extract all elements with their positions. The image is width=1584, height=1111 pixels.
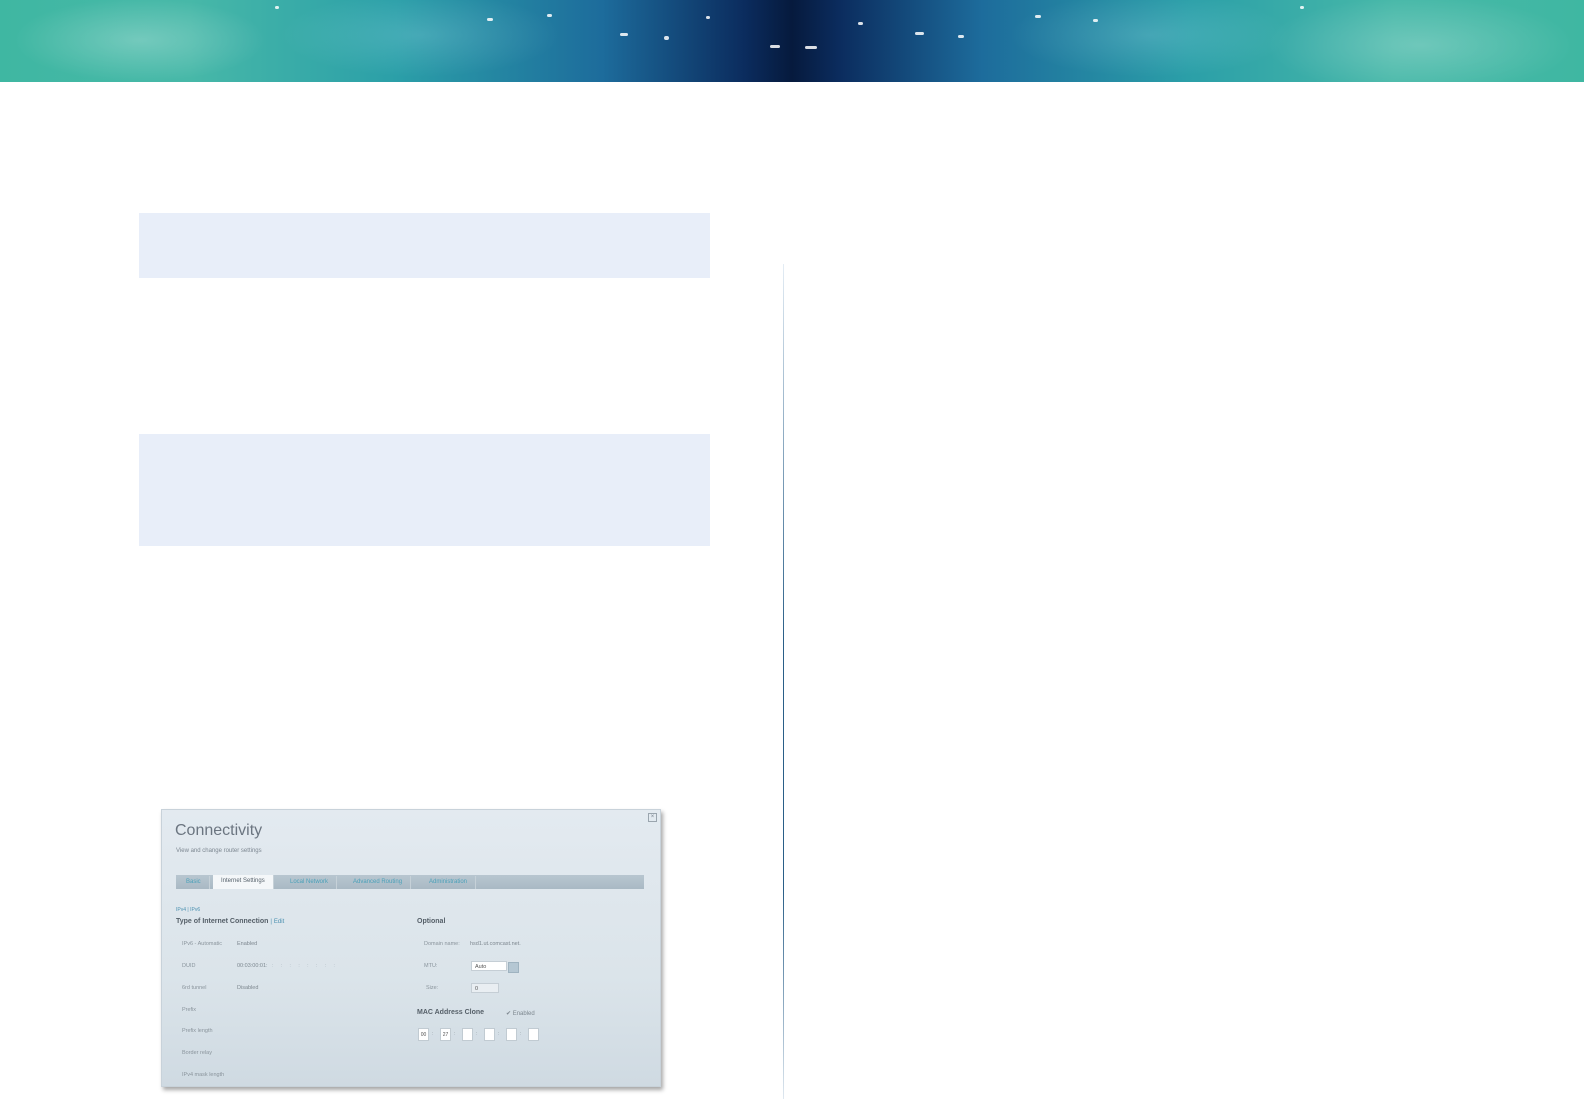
mac-octet-input[interactable]: [462, 1028, 473, 1041]
banner-sparkle: [1035, 15, 1041, 18]
tab-basic[interactable]: Basic: [178, 876, 210, 889]
banner-sparkle: [915, 32, 924, 35]
row-label: Prefix: [182, 1007, 197, 1013]
banner-sparkle: [620, 33, 628, 36]
heading-separator: |: [270, 919, 272, 925]
mac-separator: :: [432, 1031, 434, 1037]
checkbox-check-icon: ✔: [506, 1011, 512, 1017]
banner-sparkle: [664, 36, 669, 40]
banner-sparkle: [487, 18, 493, 21]
tab-internet-settings[interactable]: Internet Settings: [213, 875, 274, 889]
optional-heading: Optional: [417, 918, 446, 925]
row-value: Disabled: [237, 985, 259, 991]
domain-name-label: Domain name:: [424, 941, 460, 947]
chevron-down-icon[interactable]: [508, 962, 519, 973]
mac-octet-input[interactable]: [528, 1028, 539, 1041]
banner-sparkle: [706, 16, 710, 19]
mtu-label: MTU:: [424, 963, 438, 969]
header-banner: [0, 0, 1584, 82]
close-icon[interactable]: ×: [648, 813, 657, 822]
banner-sparkle: [958, 35, 964, 38]
row-label: Border relay: [182, 1050, 212, 1056]
enabled-label: Enabled: [512, 1011, 535, 1017]
tab-bar: Basic Internet Settings Local Network Ad…: [176, 875, 644, 889]
ip-version-toggle: IPv4 | IPv6: [176, 907, 200, 913]
row-label: DUID: [182, 963, 196, 969]
mac-octet-input[interactable]: 27: [440, 1028, 451, 1041]
edit-link[interactable]: Edit: [274, 919, 284, 925]
row-value: 00:03:00:01:: [237, 963, 268, 969]
panel-title: Connectivity: [175, 822, 263, 839]
ipv4-link[interactable]: IPv4: [176, 907, 186, 913]
mac-separator: :: [498, 1031, 500, 1037]
row-label: 6rd tunnel: [182, 985, 207, 991]
banner-sparkle: [805, 46, 817, 49]
mac-clone-enabled[interactable]: ✔ Enabled: [506, 1010, 535, 1017]
banner-sparkle: [1300, 6, 1304, 9]
banner-sparkle: [1093, 19, 1098, 22]
mac-octet-input[interactable]: 00: [418, 1028, 429, 1041]
note-box-middle: [139, 434, 710, 546]
tab-advanced-routing[interactable]: Advanced Routing: [345, 876, 412, 889]
banner-haze: [0, 0, 1584, 82]
mac-clone-heading: MAC Address Clone: [417, 1009, 485, 1016]
note-box-top: [139, 213, 710, 278]
column-divider: [783, 264, 784, 1099]
domain-name-value: hsd1.ut.comcast.net.: [470, 941, 521, 947]
banner-sparkle: [547, 14, 552, 17]
row-value: Enabled: [237, 941, 258, 947]
mac-separator: :: [520, 1031, 522, 1037]
banner-sparkle: [770, 45, 780, 48]
mac-octet-input[interactable]: [506, 1028, 517, 1041]
ip-toggle-separator: |: [187, 907, 189, 913]
mac-separator: :: [454, 1031, 456, 1037]
connection-type-label: Type of Internet Connection: [176, 918, 269, 925]
mtu-select[interactable]: Auto: [471, 961, 507, 971]
panel-subtitle: View and change router settings: [176, 848, 262, 854]
mac-octet-input[interactable]: [484, 1028, 495, 1041]
duid-ticks: : : : : : : : :: [272, 963, 338, 969]
banner-sparkle: [275, 6, 279, 9]
size-label: Size:: [426, 985, 439, 991]
banner-sparkle: [858, 22, 863, 25]
connection-type-heading: Type of Internet Connection | Edit: [176, 918, 284, 925]
row-label: IPv4 mask length: [182, 1072, 225, 1078]
row-label: IPv6 - Automatic: [182, 941, 223, 947]
connectivity-screenshot: × Connectivity View and change router se…: [161, 809, 661, 1087]
tab-local-network[interactable]: Local Network: [282, 876, 338, 889]
size-input[interactable]: 0: [471, 983, 499, 993]
ipv6-link[interactable]: IPv6: [190, 907, 200, 913]
tab-administration[interactable]: Administration: [421, 876, 477, 889]
row-label: Prefix length: [182, 1028, 213, 1034]
mac-separator: :: [476, 1031, 478, 1037]
